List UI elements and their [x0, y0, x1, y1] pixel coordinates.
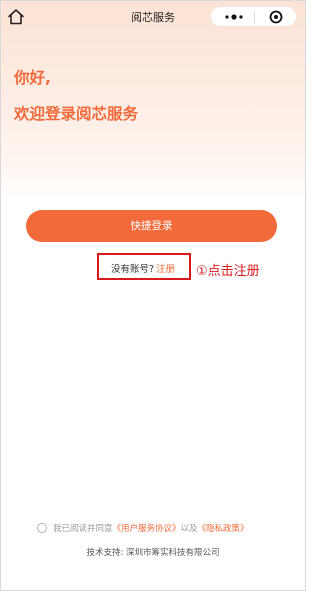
app-screen: 阅芯服务 你好, 欢迎登录阅芯服务 快捷登录 没有账号? 注册 ①点击注册 我已… [0, 0, 306, 591]
greeting-hello: 你好, [14, 69, 51, 87]
annotation-highlight-box [97, 253, 191, 280]
home-button[interactable] [6, 7, 26, 27]
greeting-welcome: 欢迎登录阅芯服务 [14, 105, 139, 123]
agreement-checkbox[interactable] [37, 522, 47, 533]
more-button[interactable] [215, 7, 253, 27]
home-icon [8, 9, 24, 25]
agreement-connector: 以及 [180, 524, 198, 534]
more-dots-icon [225, 14, 243, 20]
tech-support-text: 技术支持: 深圳市筹实科技有限公司 [86, 548, 220, 558]
close-button[interactable] [257, 7, 295, 27]
agreement-row: 我已阅读并同意《用户服务协议》以及《隐私政策》 [37, 522, 249, 536]
target-close-icon [269, 10, 283, 24]
mini-program-capsule [210, 6, 297, 27]
annotation-step-text: ①点击注册 [196, 264, 260, 279]
capsule-divider [254, 12, 255, 23]
quick-login-button[interactable]: 快捷登录 [26, 210, 277, 242]
agreement-prefix: 我已阅读并同意 [53, 524, 113, 534]
navigation-bar: 阅芯服务 [1, 1, 305, 33]
privacy-policy-link[interactable]: 《隐私政策》 [198, 524, 249, 534]
user-agreement-link[interactable]: 《用户服务协议》 [113, 524, 181, 534]
